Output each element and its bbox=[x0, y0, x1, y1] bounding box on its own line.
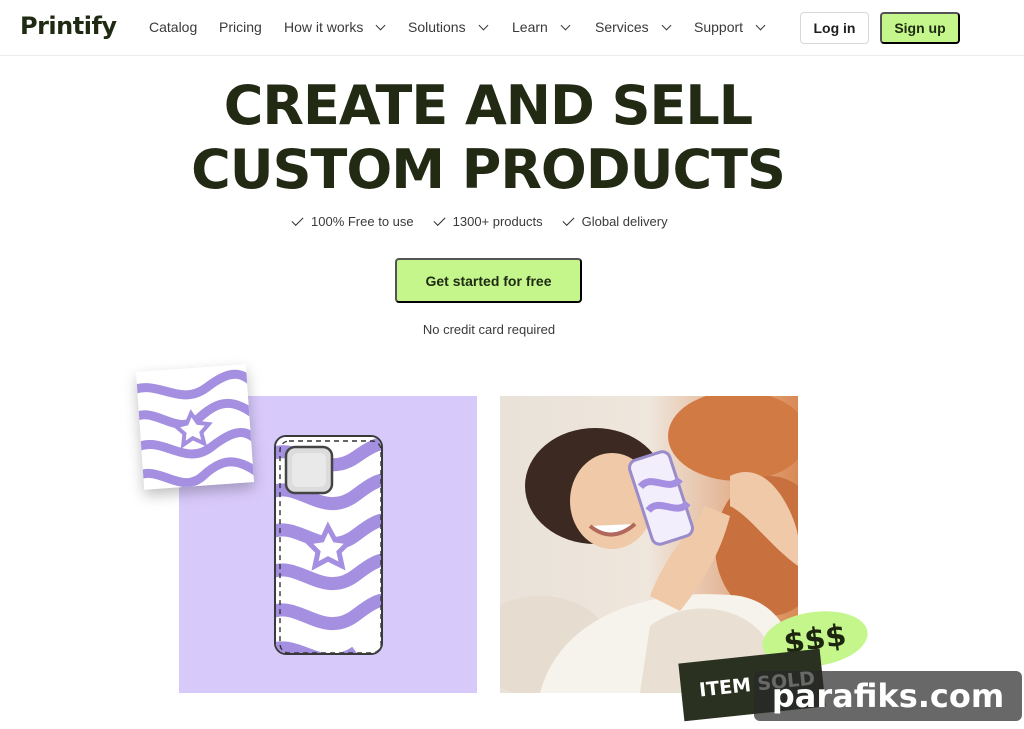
nav-item-pricing[interactable]: Pricing bbox=[219, 19, 262, 35]
nav-item-label: Services bbox=[595, 19, 649, 35]
chevron-down-icon bbox=[375, 20, 386, 30]
phone-case-mockup bbox=[274, 435, 383, 655]
nav-item-support[interactable]: Support bbox=[694, 19, 766, 35]
feature-list: 100% Free to use 1300+ products Global d… bbox=[291, 213, 668, 229]
chevron-down-icon bbox=[560, 20, 571, 30]
nav-item-services[interactable]: Services bbox=[595, 19, 672, 35]
nav-item-how-it-works[interactable]: How it works bbox=[284, 19, 386, 35]
hero-headline-line2: CUSTOM PRODUCTS bbox=[191, 138, 786, 201]
top-nav: Printify Catalog Pricing How it works So… bbox=[0, 0, 1024, 56]
swirl-sticker-image bbox=[136, 364, 254, 490]
feature-label: 1300+ products bbox=[452, 214, 543, 229]
signup-button[interactable]: Sign up bbox=[880, 12, 960, 44]
nav-item-label: Catalog bbox=[149, 19, 198, 35]
nav-item-label: Learn bbox=[512, 19, 548, 35]
feature-item: 100% Free to use bbox=[291, 213, 414, 229]
get-started-button[interactable]: Get started for free bbox=[395, 258, 582, 303]
feature-item: 1300+ products bbox=[433, 213, 543, 229]
nav-item-label: Solutions bbox=[408, 19, 466, 35]
no-credit-card-note: No credit card required bbox=[422, 322, 556, 337]
watermark: parafiks.com bbox=[754, 671, 1022, 721]
chevron-down-icon bbox=[478, 20, 489, 30]
check-icon bbox=[291, 213, 304, 226]
chevron-down-icon bbox=[661, 20, 672, 30]
feature-label: Global delivery bbox=[581, 214, 668, 229]
nav-item-catalog[interactable]: Catalog bbox=[149, 19, 197, 35]
nav-item-label: Support bbox=[694, 19, 744, 35]
nav-item-solutions[interactable]: Solutions bbox=[408, 19, 489, 35]
hero-headline-line1: CREATE AND SELL bbox=[223, 74, 753, 137]
printify-logo[interactable]: Printify bbox=[20, 12, 117, 40]
nav-item-label: Pricing bbox=[219, 19, 262, 35]
feature-item: Global delivery bbox=[562, 213, 668, 229]
nav-item-learn[interactable]: Learn bbox=[512, 19, 571, 35]
nav-item-label: How it works bbox=[284, 19, 364, 35]
lifestyle-photo bbox=[500, 396, 798, 693]
feature-label: 100% Free to use bbox=[311, 214, 414, 229]
check-icon bbox=[562, 213, 575, 226]
login-button[interactable]: Log in bbox=[800, 12, 869, 44]
chevron-down-icon bbox=[755, 20, 766, 30]
check-icon bbox=[433, 213, 446, 226]
